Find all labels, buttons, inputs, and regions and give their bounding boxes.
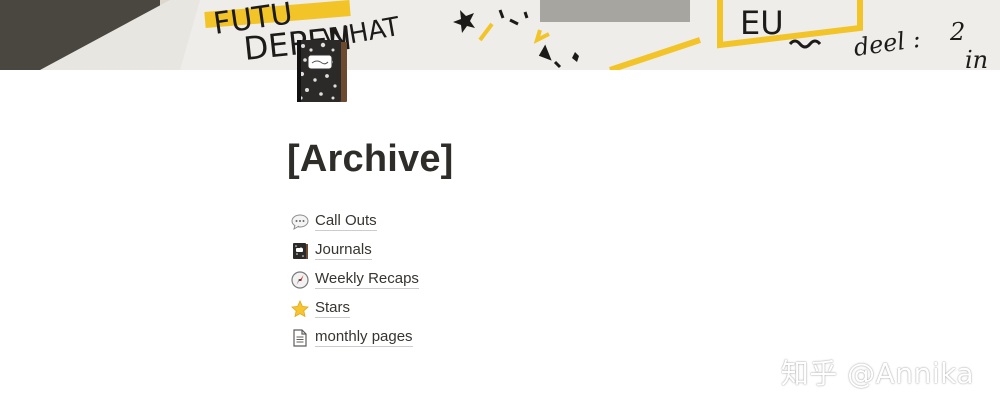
page-title[interactable]: [Archive] bbox=[287, 138, 454, 181]
cover-image: FUTU DEPEN WHAT EU deel : 2 in bbox=[0, 0, 1000, 70]
page-link-label: Weekly Recaps bbox=[315, 270, 419, 289]
compass-icon bbox=[290, 270, 310, 290]
cover-text-eu: EU bbox=[740, 4, 784, 42]
watermark: 知乎 @Annika bbox=[780, 357, 974, 390]
star-icon bbox=[290, 299, 310, 319]
cover-text-in: in bbox=[965, 46, 988, 70]
notebook-icon bbox=[290, 241, 310, 261]
page-icon bbox=[290, 328, 310, 348]
page-link-label: Journals bbox=[315, 241, 372, 260]
page-cover[interactable]: FUTU DEPEN WHAT EU deel : 2 in bbox=[0, 0, 1000, 70]
page-link-journals[interactable]: Journals bbox=[290, 236, 419, 265]
page-link-label: monthly pages bbox=[315, 328, 413, 347]
page-link-monthly-pages[interactable]: monthly pages bbox=[290, 323, 419, 352]
cover-text-2: 2 bbox=[949, 18, 965, 46]
page-link-label: Stars bbox=[315, 299, 351, 318]
speech-bubble-icon bbox=[290, 212, 310, 232]
page-link-weekly-recaps[interactable]: Weekly Recaps bbox=[290, 265, 419, 294]
page-link-stars[interactable]: Stars bbox=[290, 294, 419, 323]
page-link-label: Call Outs bbox=[315, 212, 377, 231]
page-link-call-outs[interactable]: Call Outs bbox=[290, 207, 419, 236]
sub-page-list: Call Outs Journals Weekly Recaps Stars m… bbox=[290, 207, 419, 352]
notebook-page-icon[interactable] bbox=[293, 38, 349, 106]
